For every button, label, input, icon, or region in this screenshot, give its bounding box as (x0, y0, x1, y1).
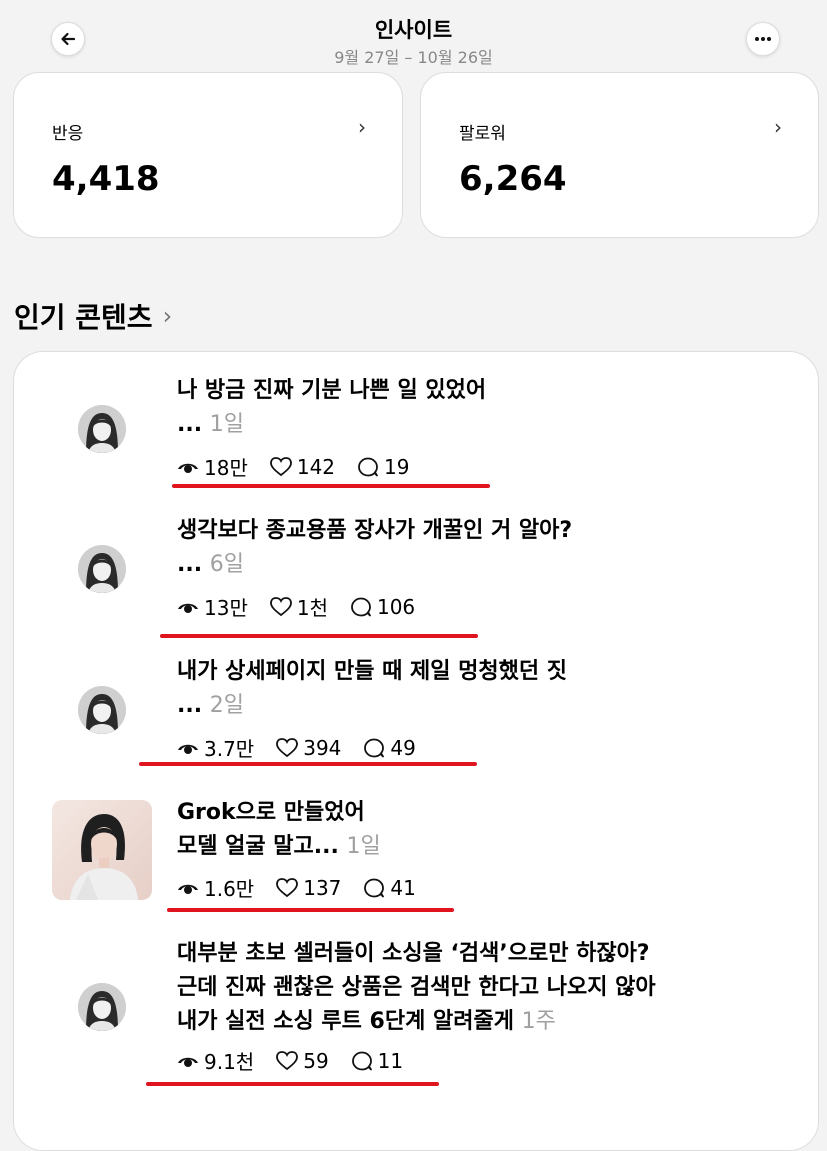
highlight-underline (167, 908, 454, 912)
comments-metric: 106 (350, 595, 415, 619)
post-text-line: 내가 실전 소싱 루트 6단계 알려줄게 (177, 1009, 514, 1034)
post-age: 2일 (209, 693, 244, 718)
comment-icon (358, 457, 378, 476)
post-age: 1주 (521, 1009, 556, 1034)
likes-metric: 142 (269, 454, 336, 479)
post-age: 1일 (346, 834, 381, 859)
eye-icon (178, 884, 198, 894)
post-text-line: 내가 상세페이지 만들 때 제일 멍청했던 짓 (177, 659, 568, 684)
avatar (78, 545, 126, 593)
likes-count: 137 (303, 875, 342, 900)
likes-count: 1천 (296, 596, 328, 620)
comments-count: 11 (377, 1048, 404, 1073)
avatar (78, 405, 126, 453)
chevron-right-icon: › (162, 302, 173, 330)
comment-icon (364, 878, 385, 897)
post-thumbnail (52, 800, 152, 900)
eye-icon (178, 744, 198, 754)
post-text-line: 생각보다 종교용품 장사가 개꿀인 거 알아? (177, 518, 573, 543)
heart-icon (276, 877, 299, 897)
post-text-line: ... (177, 552, 203, 577)
likes-count: 142 (296, 454, 336, 479)
heart-icon (269, 456, 292, 476)
post-metrics: 1.6만 137 41 (177, 873, 438, 902)
post-age: 6일 (209, 552, 244, 577)
post-text-line: 모델 얼굴 말고... (177, 834, 339, 859)
post-metrics: 9.1천 59 11 (177, 1046, 425, 1075)
highlight-underline (172, 484, 490, 488)
comment-icon (351, 1051, 372, 1070)
views-count: 3.7만 (204, 737, 255, 761)
post-text-line: Grok으로 만들었어 (177, 800, 365, 825)
popular-content-heading[interactable]: 인기 콘텐츠 › (14, 296, 172, 336)
post-text-line: 대부분 초보 셀러들이 소싱을 ‘검색’으로만 하잖아? (177, 941, 650, 966)
views-metric: 1.6만 (177, 873, 254, 902)
comments-metric: 41 (363, 875, 416, 900)
comment-icon (364, 738, 385, 757)
likes-metric: 1천 (269, 592, 328, 621)
highlight-underline (139, 762, 477, 766)
post-metrics: 18만 142 19 (177, 452, 432, 481)
comments-count: 49 (390, 735, 416, 760)
eye-icon (178, 463, 198, 473)
post-metrics: 13만 1천 106 (177, 592, 437, 621)
reactions-label: 반응 (52, 124, 84, 144)
date-range: 9월 27일 – 10월 26일 (334, 48, 493, 67)
followers-label: 팔로워 (459, 124, 506, 144)
reactions-card[interactable]: 반응 › 4,418 (13, 72, 403, 238)
post-age: 1일 (209, 412, 244, 437)
comments-count: 19 (384, 454, 410, 479)
comments-metric: 19 (357, 454, 410, 479)
likes-metric: 137 (276, 876, 341, 900)
eye-icon (178, 603, 198, 613)
post-text-line: 나 방금 진짜 기분 나쁜 일 있었어 (177, 378, 487, 403)
views-count: 13만 (204, 596, 248, 620)
followers-card[interactable]: 팔로워 › 6,264 (420, 72, 819, 238)
views-count: 1.6만 (204, 877, 255, 901)
header: 인사이트 9월 27일 – 10월 26일 (0, 0, 827, 80)
avatar (78, 686, 126, 734)
eye-icon (178, 1057, 198, 1067)
comment-icon (351, 597, 371, 616)
likes-count: 394 (303, 735, 342, 760)
post-text-line: 근데 진짜 괜찮은 상품은 검색만 한다고 나오지 않아 (177, 975, 656, 1000)
likes-metric: 59 (276, 1048, 329, 1073)
comments-count: 41 (390, 875, 416, 900)
comments-metric: 11 (351, 1049, 403, 1073)
comments-count: 106 (376, 594, 416, 619)
likes-metric: 394 (276, 736, 341, 760)
more-button[interactable] (746, 22, 780, 56)
avatar (78, 983, 126, 1031)
views-count: 18만 (204, 456, 248, 480)
more-horizontal-icon (755, 37, 771, 41)
views-metric: 13만 (177, 592, 248, 621)
section-title: 인기 콘텐츠 (14, 301, 153, 334)
highlight-underline (146, 1082, 439, 1086)
chevron-right-icon: › (358, 115, 366, 139)
views-metric: 3.7만 (177, 733, 254, 762)
post-text-line: ... (177, 412, 203, 437)
heart-icon (276, 737, 299, 757)
page-title: 인사이트 (374, 18, 453, 42)
post-metrics: 3.7만 394 49 (177, 733, 438, 762)
followers-value: 6,264 (459, 159, 567, 199)
heart-icon (269, 596, 292, 616)
reactions-value: 4,418 (52, 159, 160, 199)
views-metric: 9.1천 (177, 1046, 254, 1075)
comments-metric: 49 (363, 735, 416, 760)
heart-icon (276, 1050, 299, 1070)
highlight-underline (160, 634, 478, 638)
chevron-right-icon: › (774, 115, 782, 139)
post-text-line: ... (177, 693, 203, 718)
likes-count: 59 (303, 1048, 329, 1073)
views-metric: 18만 (177, 452, 248, 481)
views-count: 9.1천 (204, 1050, 255, 1074)
